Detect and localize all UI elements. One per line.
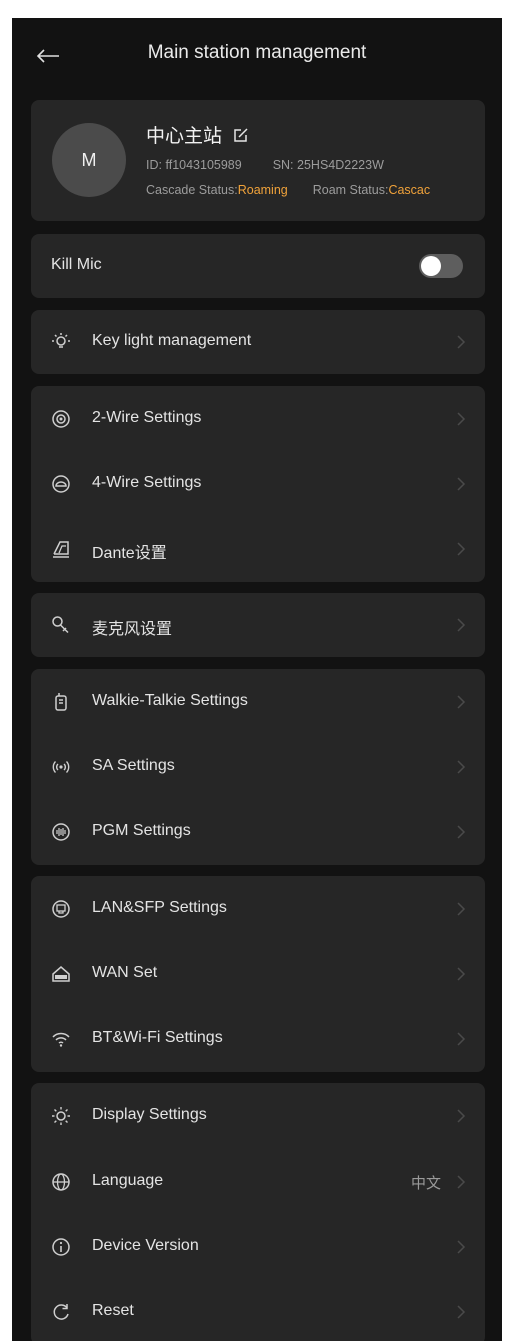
item-label: Dante设置 [92, 545, 167, 562]
microphone-group: 麦克风设置 [31, 593, 485, 657]
wifi-icon [51, 1029, 71, 1049]
id-sn-line: ID: ff1043105989 SN: 25HS4D2223W [146, 158, 384, 172]
wan-set-item[interactable]: WAN Set [31, 942, 485, 1006]
lightbulb-icon [51, 332, 71, 352]
microphone-icon [51, 615, 71, 635]
sn-value: 25HS4D2223W [297, 158, 384, 172]
chevron-right-icon [457, 695, 466, 709]
key-light-management-item[interactable]: Key light management [31, 310, 485, 374]
id-label: ID: [146, 158, 162, 172]
cascade-status-label: Cascade Status: [146, 183, 238, 197]
cascade-status-value: Roaming [237, 183, 288, 197]
globe-icon [51, 1172, 71, 1192]
chevron-right-icon [457, 902, 466, 916]
status-line: Cascade Status:Roaming Roam Status:Casca… [146, 183, 430, 197]
two-wire-settings-item[interactable]: 2-Wire Settings [31, 387, 485, 451]
language-item[interactable]: Language 中文 [31, 1150, 485, 1214]
dante-settings-item[interactable]: Dante设置 [31, 517, 485, 581]
sa-broadcast-icon [51, 757, 71, 777]
kill-mic-card: Kill Mic [31, 234, 485, 298]
language-value: 中文 [410, 1175, 441, 1192]
edit-icon[interactable] [232, 126, 250, 144]
roam-status-label: Roam Status: [312, 183, 389, 197]
audio-settings-group: Walkie-Talkie Settings SA Settings PGM S… [31, 669, 485, 865]
station-profile-card: M 中心主站 ID: ff1043105989 SN: 25HS4D2223W … [31, 100, 485, 221]
item-label: Language [92, 1172, 164, 1189]
chevron-right-icon [457, 760, 466, 774]
device-version-item[interactable]: Device Version [31, 1215, 485, 1279]
item-label: SA Settings [92, 757, 175, 774]
sa-settings-item[interactable]: SA Settings [31, 735, 485, 799]
item-label: WAN Set [92, 964, 158, 981]
item-label: 4-Wire Settings [92, 474, 202, 491]
lan-sfp-settings-item[interactable]: LAN&SFP Settings [31, 877, 485, 941]
key-light-group: Key light management [31, 310, 485, 374]
chevron-right-icon [457, 1305, 466, 1319]
chevron-right-icon [457, 477, 466, 491]
lan-icon [51, 899, 71, 919]
avatar: M [52, 123, 126, 197]
wire-settings-group: 2-Wire Settings 4-Wire Settings Dante设置 [31, 386, 485, 582]
info-icon [51, 1237, 71, 1257]
item-label: Key light management [92, 332, 252, 349]
display-settings-item[interactable]: Display Settings [31, 1084, 485, 1148]
item-label: Device Version [92, 1237, 199, 1254]
reset-item[interactable]: Reset [31, 1280, 485, 1341]
chevron-right-icon [457, 335, 466, 349]
two-wire-icon [51, 409, 71, 429]
chevron-right-icon [457, 412, 466, 426]
station-name: 中心主站 [146, 126, 223, 147]
sn-label: SN: [272, 158, 294, 172]
item-label: 2-Wire Settings [92, 409, 202, 426]
item-label: BT&Wi-Fi Settings [92, 1029, 223, 1046]
chevron-right-icon [457, 1109, 466, 1123]
kill-mic-toggle[interactable] [419, 254, 463, 278]
chevron-right-icon [457, 618, 466, 632]
roam-status-value: Cascac [388, 183, 431, 197]
walkie-talkie-icon [51, 692, 71, 712]
network-settings-group: LAN&SFP Settings WAN Set BT&Wi-Fi Settin… [31, 876, 485, 1072]
four-wire-icon [51, 474, 71, 494]
kill-mic-label: Kill Mic [51, 256, 102, 273]
pgm-settings-item[interactable]: PGM Settings [31, 800, 485, 864]
dante-icon [51, 539, 71, 559]
item-label: PGM Settings [92, 822, 191, 839]
id-value: ff1043105989 [165, 158, 242, 172]
chevron-right-icon [457, 967, 466, 981]
chevron-right-icon [457, 1240, 466, 1254]
pgm-icon [51, 822, 71, 842]
display-brightness-icon [51, 1106, 71, 1126]
reset-icon [51, 1302, 71, 1322]
toggle-knob [421, 256, 441, 276]
item-label: Display Settings [92, 1106, 207, 1123]
item-label: 麦克风设置 [92, 621, 173, 638]
bt-wifi-settings-item[interactable]: BT&Wi-Fi Settings [31, 1007, 485, 1071]
walkie-talkie-settings-item[interactable]: Walkie-Talkie Settings [31, 670, 485, 734]
chevron-right-icon [457, 542, 466, 556]
header: Main station management [12, 18, 502, 94]
microphone-settings-item[interactable]: 麦克风设置 [31, 593, 485, 657]
chevron-right-icon [457, 1032, 466, 1046]
page-title: Main station management [147, 42, 367, 63]
chevron-right-icon [457, 1175, 466, 1189]
system-settings-group: Display Settings Language 中文 Device Vers… [31, 1083, 485, 1341]
chevron-right-icon [457, 825, 466, 839]
item-label: LAN&SFP Settings [92, 899, 227, 916]
main-station-screen: Main station management M 中心主站 ID: ff104… [12, 18, 502, 1341]
item-label: Walkie-Talkie Settings [92, 692, 248, 709]
wan-icon [51, 964, 71, 984]
four-wire-settings-item[interactable]: 4-Wire Settings [31, 452, 485, 516]
item-label: Reset [92, 1302, 134, 1319]
station-name-row: 中心主站 [146, 121, 250, 148]
